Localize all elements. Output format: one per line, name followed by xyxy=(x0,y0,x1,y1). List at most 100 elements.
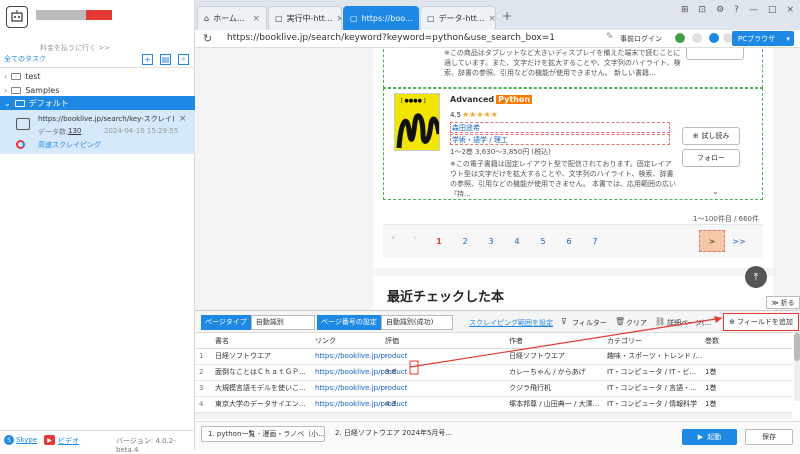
maximize-icon[interactable]: □ xyxy=(768,5,777,15)
tab-home[interactable]: ⌂ ホーム... × xyxy=(197,6,267,30)
cell-volumes[interactable]: 1巻 xyxy=(705,399,716,409)
page-type-select[interactable]: ページタイプ 自動識別 xyxy=(201,315,315,330)
cell-category[interactable]: 趣味・スポーツ・トレンド /... xyxy=(607,351,703,361)
page-number-6[interactable]: 6 xyxy=(557,230,581,252)
cell-title[interactable]: 東京大学のデータサイエン... xyxy=(215,399,307,409)
header-cell[interactable]: 評価 xyxy=(385,336,399,346)
pin-icon[interactable]: ⊞ xyxy=(681,5,689,15)
cell-rating[interactable]: - xyxy=(385,384,388,392)
cell-author[interactable]: 日経ソフトウエア xyxy=(509,351,603,361)
scrape-range-link[interactable]: スクレイピング範囲を設定 xyxy=(469,318,553,328)
add-folder-icon[interactable]: ▤ xyxy=(160,54,171,65)
cell-link[interactable]: https://booklive.jp/product/in... xyxy=(315,384,407,392)
cell-author[interactable]: クジラ飛行机 xyxy=(509,383,603,393)
help-icon[interactable]: ? xyxy=(734,5,739,15)
follow-button-prev[interactable] xyxy=(686,48,744,60)
collapse-button[interactable]: ≫ 折る xyxy=(766,296,800,309)
tab-running[interactable]: ▢ 実行中-htt... × xyxy=(268,6,342,30)
clear-button[interactable]: クリア xyxy=(626,318,647,328)
header-cell[interactable]: 巻数 xyxy=(705,336,719,346)
pay-link[interactable]: 料金を払うに行く >> xyxy=(40,43,110,53)
tab-booklive[interactable]: ▢ https://boo... × xyxy=(343,6,419,30)
cell-author[interactable]: 塚本邦尊 / 山田典一 / 大澤... xyxy=(509,399,603,409)
folder-item-samples[interactable]: › Samples xyxy=(0,83,195,97)
vertical-scrollbar[interactable] xyxy=(794,333,800,401)
chevron-down-icon[interactable]: ⌄ xyxy=(712,187,719,196)
follow-button[interactable]: フォロー xyxy=(682,149,740,167)
cell-category[interactable]: IT・コンピュータ / IT・ビ... xyxy=(607,367,703,377)
video-icon[interactable]: ▶ xyxy=(44,435,55,445)
all-tasks-label[interactable]: 全てのタスク xyxy=(4,54,46,64)
save-button[interactable]: 保存 xyxy=(745,429,793,445)
extension-icon[interactable] xyxy=(709,33,719,43)
table-row[interactable]: 1 日経ソフトウエア https://booklive.jp/product/i… xyxy=(195,349,792,365)
pre-login-button[interactable]: 事前ログイン xyxy=(620,34,662,44)
page-number-1[interactable]: 1 xyxy=(427,230,451,252)
page-number-4[interactable]: 4 xyxy=(505,230,529,252)
chevron-right-icon[interactable]: › xyxy=(4,72,7,81)
extension-icon[interactable] xyxy=(692,33,702,43)
video-link[interactable]: ビデオ xyxy=(58,436,79,446)
book-publisher[interactable]: 森田遥希 xyxy=(450,122,670,133)
close-icon[interactable]: × xyxy=(488,14,495,24)
url-input[interactable]: https://booklive.jp/search/keyword?keywo… xyxy=(227,33,555,43)
cell-title[interactable]: 大規模言語モデルを使いこ... xyxy=(215,383,307,393)
filter-button[interactable]: フィルター xyxy=(572,318,607,328)
close-window-icon[interactable]: × xyxy=(786,5,794,15)
gear-icon[interactable]: ⚙ xyxy=(716,5,724,15)
cell-category[interactable]: IT・コンピュータ / 情報科学 xyxy=(607,399,703,409)
edit-icon[interactable]: ✎ xyxy=(606,32,614,42)
result-tab-2[interactable]: 2. 日経ソフトウエア 2024年5月号... xyxy=(329,426,453,442)
book-cover[interactable]: [ ●●●● ] xyxy=(394,93,440,151)
tab-data[interactable]: ▢ データ-htt... × xyxy=(420,6,496,30)
page-number-select[interactable]: ページ番号の設定 自動識別(成功) xyxy=(317,315,453,330)
cell-volumes[interactable]: 1巻 xyxy=(705,383,716,393)
close-icon[interactable]: × xyxy=(417,14,418,24)
avatar[interactable] xyxy=(6,6,28,28)
book-category[interactable]: 学術・語学 / 理工 xyxy=(450,134,670,145)
data-count-value[interactable]: 130 xyxy=(68,127,81,135)
page-number-3[interactable]: 3 xyxy=(479,230,503,252)
scroll-top-icon[interactable]: ⤒ xyxy=(745,266,767,288)
header-cell[interactable]: カテゴリー xyxy=(607,336,642,346)
result-tab-1[interactable]: 1. python一覧 - 漫画・ラノベ（小... xyxy=(201,426,325,442)
close-icon[interactable]: × xyxy=(336,14,341,24)
skype-icon[interactable]: S xyxy=(4,435,14,445)
last-page-button[interactable]: >> xyxy=(727,230,751,252)
gift-icon[interactable]: ⊡ xyxy=(699,5,707,15)
skype-link[interactable]: Skype xyxy=(16,436,37,444)
header-cell[interactable]: 書名 xyxy=(215,336,229,346)
page-number-value[interactable]: 自動識別(成功) xyxy=(380,315,453,330)
task-card[interactable]: https://booklive.jp/search/key-スクレイピン...… xyxy=(0,110,195,154)
page-number-2[interactable]: 2 xyxy=(453,230,477,252)
page-number-5[interactable]: 5 xyxy=(531,230,555,252)
table-row[interactable]: 3 大規模言語モデルを使いこ... https://booklive.jp/pr… xyxy=(195,381,792,397)
cell-title[interactable]: 面倒なことはＣｈａｔＧＰ... xyxy=(215,367,307,377)
chevron-right-icon[interactable]: › xyxy=(4,86,7,95)
browser-mode-select[interactable]: PCブラウザ ▾ xyxy=(732,31,794,46)
cell-title[interactable]: 日経ソフトウエア xyxy=(215,351,307,361)
first-page-icon[interactable]: « xyxy=(391,233,396,242)
start-button[interactable]: ▶ 起動 xyxy=(682,429,737,445)
next-page-button[interactable]: > xyxy=(699,230,725,252)
cell-link[interactable]: https://booklive.jp/product/in... xyxy=(315,352,407,360)
extension-icon[interactable] xyxy=(675,33,685,43)
search-task-icon[interactable]: ⌕ xyxy=(178,54,189,65)
cell-rating[interactable]: 4.3 xyxy=(385,400,396,408)
folder-item-default[interactable]: ⌄ デフォルト xyxy=(0,96,195,110)
trial-read-button[interactable]: ⊕ 試し読み xyxy=(682,127,740,145)
table-row[interactable]: 2 面倒なことはＣｈａｔＧＰ... https://booklive.jp/pr… xyxy=(195,365,792,381)
page-type-value[interactable]: 自動識別 xyxy=(250,315,315,330)
add-field-button[interactable]: ⊕ フィールドを追加 xyxy=(723,313,799,331)
add-task-icon[interactable]: + xyxy=(142,54,153,65)
cell-author[interactable]: カレーちゃん / からあげ xyxy=(509,367,603,377)
cell-category[interactable]: IT・コンピュータ / 言語・... xyxy=(607,383,703,393)
minimize-icon[interactable]: — xyxy=(749,5,758,15)
detail-page-button[interactable]: 詳細ページ(... xyxy=(667,318,719,328)
book-title[interactable]: Advanced Python xyxy=(450,95,533,104)
refresh-icon[interactable]: ↻ xyxy=(203,32,212,45)
cell-rating[interactable]: - xyxy=(385,352,388,360)
table-row[interactable]: 4 東京大学のデータサイエン... https://booklive.jp/pr… xyxy=(195,397,792,413)
page-number-7[interactable]: 7 xyxy=(583,230,607,252)
new-tab-icon[interactable]: + xyxy=(502,9,512,23)
